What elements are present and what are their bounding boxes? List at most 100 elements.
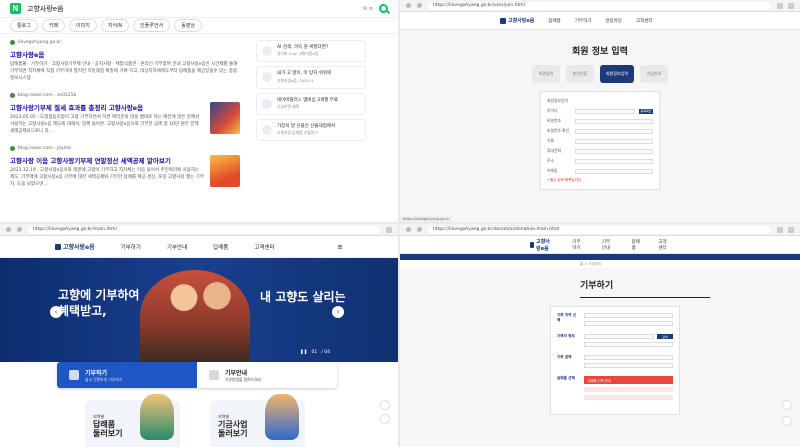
result-item: blog.naver.com · joyma 고향사랑 이음 고향사랑기부제 연… [10, 145, 240, 189]
address-bar[interactable]: https://ilovegohyang.go.kr/donation/dona… [428, 225, 771, 234]
name-input[interactable] [575, 138, 653, 144]
nav-item-gifts[interactable]: 답례품 [213, 243, 228, 251]
side-card[interactable]: AI 검색, 이득 뭔 써봤다면? 네이버 Cue: 고향사랑e음 [256, 40, 366, 63]
side-card-title: 네이버플러스 멤버십 3개월 무료 [277, 97, 338, 103]
browser-toolbar: https://ilovegohyang.go.kr/user/join.htm… [400, 0, 800, 12]
refresh-icon[interactable] [417, 227, 422, 232]
side-card-sub: 고향사랑 답례품 선물하기 [277, 130, 318, 136]
password-confirm-input[interactable] [575, 128, 653, 134]
browser-toolbar: https://ilovegohyang.go.kr/main.html [0, 224, 398, 236]
pause-icon[interactable]: ❚❚ [300, 350, 308, 355]
hero-text-left: 고향에 기부하여 혜택받고, [58, 288, 140, 318]
profile-icon[interactable] [788, 226, 794, 233]
search-query-input[interactable]: 고향사랑e음 [27, 4, 64, 14]
prev-slide-icon[interactable]: ‹ [50, 306, 62, 318]
address-input[interactable] [575, 158, 653, 164]
address-bar[interactable]: https://ilovegohyang.go.kr/main.html [28, 225, 380, 234]
tab-kin[interactable]: 지식iN [100, 19, 130, 32]
back-icon[interactable] [406, 3, 411, 8]
donor-input[interactable] [584, 334, 654, 339]
keyboard-icon[interactable]: ✉ ≡ [363, 6, 373, 12]
nav-item-donate[interactable]: 기부하기 [575, 18, 592, 24]
blog-favicon-icon [10, 92, 15, 98]
side-card[interactable]: 네이버플러스 멤버십 3개월 무료 가입하면 혜택 [256, 92, 366, 115]
amount-input[interactable] [584, 355, 673, 360]
password-input[interactable] [575, 118, 653, 124]
phone-input[interactable] [575, 148, 653, 154]
profile-icon[interactable] [788, 2, 794, 9]
menu-icon[interactable]: ≡ [337, 243, 343, 251]
nav-item-gifts[interactable]: 답례품 [548, 18, 560, 24]
refresh-icon[interactable] [17, 227, 22, 232]
nav-item-support[interactable]: 고객센터 [636, 18, 653, 24]
extension-icon[interactable] [777, 2, 783, 9]
chatbot-icon[interactable] [380, 400, 390, 410]
extension-icon[interactable] [777, 226, 783, 233]
cue-icon [262, 46, 272, 57]
guide-quick-button[interactable]: 기부안내 기부방법을 알려드려요 [197, 362, 337, 388]
result-desc: 답례품몰 · 기부하기 · 고향사랑기부제 안내 · 공지사항 · 체험식품관 … [10, 62, 238, 81]
extension-icon[interactable] [386, 226, 392, 233]
tab-cafe[interactable]: 카페 [41, 19, 66, 32]
step-info: 회원정보입력 [600, 65, 634, 83]
naver-logo-icon[interactable]: N [10, 3, 21, 14]
result-title-link[interactable]: 고향사랑기부제 절세 효과를 총정리 고향사랑e음 [10, 102, 204, 112]
check-duplicate-button[interactable]: 중복확인 [639, 108, 653, 114]
nav-item-support[interactable]: 고객센터 [658, 239, 670, 251]
back-icon[interactable] [406, 227, 411, 232]
gift-alert-banner[interactable]: 답례품 선택 안내 [584, 376, 673, 384]
top-icon[interactable] [380, 414, 390, 424]
tab-image[interactable]: 이미지 [69, 19, 97, 32]
nav-item-guide[interactable]: 기부안내 [167, 243, 187, 251]
result-title-link[interactable]: 고향사랑e음 [10, 49, 240, 59]
amount-confirm-input[interactable] [584, 363, 673, 368]
nav-item-notice[interactable]: 알림마당 [605, 18, 622, 24]
search-button[interactable]: 검색 [657, 334, 673, 339]
section-label: 기부자 정보 [557, 334, 575, 338]
join-form: 회원정보입력 아이디 중복확인 비밀번호 비밀번호 확인 이름 휴대전화 주소 이… [540, 91, 660, 190]
nav-item-support[interactable]: 고객센터 [254, 243, 274, 251]
search-icon[interactable] [379, 4, 388, 13]
chatbot-icon[interactable] [782, 400, 792, 410]
fund-browse-card[interactable]: 지역별 기금사업 둘러보기 [210, 394, 305, 447]
nav-item-donate[interactable]: 기부하기 [121, 243, 141, 251]
side-card-sub: 고향사랑e음, CASH 4 [277, 77, 314, 83]
region-sub-select[interactable] [584, 321, 673, 326]
region-select[interactable] [584, 313, 673, 318]
gift-option[interactable] [584, 387, 673, 392]
back-icon[interactable] [6, 227, 11, 232]
donation-pane: https://ilovegohyang.go.kr/donation/dona… [400, 224, 800, 447]
email-input[interactable] [575, 168, 653, 174]
address-bar[interactable]: https://ilovegohyang.go.kr/user/join.htm… [428, 1, 771, 10]
result-title-link[interactable]: 고향사랑 이음 고향사랑기부제 연말정산 세액공제 알아보기 [10, 155, 204, 165]
tab-influencer[interactable]: 인플루언서 [133, 19, 171, 32]
result-item: blog.naver.com · se0125b 고향사랑기부제 절세 효과를 … [10, 92, 240, 136]
site-logo[interactable]: 고향사랑e음 [55, 242, 95, 251]
gift-option[interactable] [584, 395, 673, 400]
site-header: 고향사랑e음 답례품 기부하기 알림마당 고객센터 [400, 12, 800, 30]
site-logo[interactable]: 고향사랑e음 [500, 17, 534, 24]
logo-mark-icon [500, 17, 506, 24]
id-input[interactable] [575, 108, 635, 114]
address-label: 주소 [547, 158, 554, 163]
tab-video[interactable]: 동영상 [174, 19, 202, 32]
next-slide-icon[interactable]: › [332, 306, 344, 318]
nav-item-guide[interactable]: 기부안내 [602, 239, 614, 251]
gifts-browse-card[interactable]: 지역별 답례품 둘러보기 [85, 394, 180, 447]
refresh-icon[interactable] [417, 3, 422, 8]
site-logo[interactable]: 고향사랑e음 [530, 238, 554, 252]
result-thumbnail[interactable] [210, 154, 240, 187]
donor-detail-input[interactable] [584, 342, 673, 347]
nav-item-gifts[interactable]: 답례품 [632, 239, 641, 251]
site-favicon-icon [10, 40, 15, 45]
side-card[interactable]: 내가 고 향이, 이 탕자 쉬워워 고향사랑e음, CASH 4 [256, 66, 366, 89]
step-terms: 약관동의 [532, 65, 560, 83]
hero-banner[interactable]: 고향에 기부하여 혜택받고, 내 고향도 살리는 ‹ › ❚❚ 01/ 04 [0, 258, 398, 362]
search-tabs: 통로그 카페 이미지 지식iN 인플루언서 동영상 [0, 18, 398, 34]
nav-item-donate[interactable]: 기부하기 [572, 239, 584, 251]
top-icon[interactable] [782, 416, 792, 426]
donate-quick-button[interactable]: 기부하기 쉽고 간편하게 기부하기 [57, 362, 197, 388]
side-card[interactable]: 가장의 달 선물은 산물대접에서 고향사랑 답례품 선물하기 [256, 118, 366, 142]
result-thumbnail[interactable] [210, 101, 240, 134]
tab-blog[interactable]: 통로그 [10, 19, 38, 32]
